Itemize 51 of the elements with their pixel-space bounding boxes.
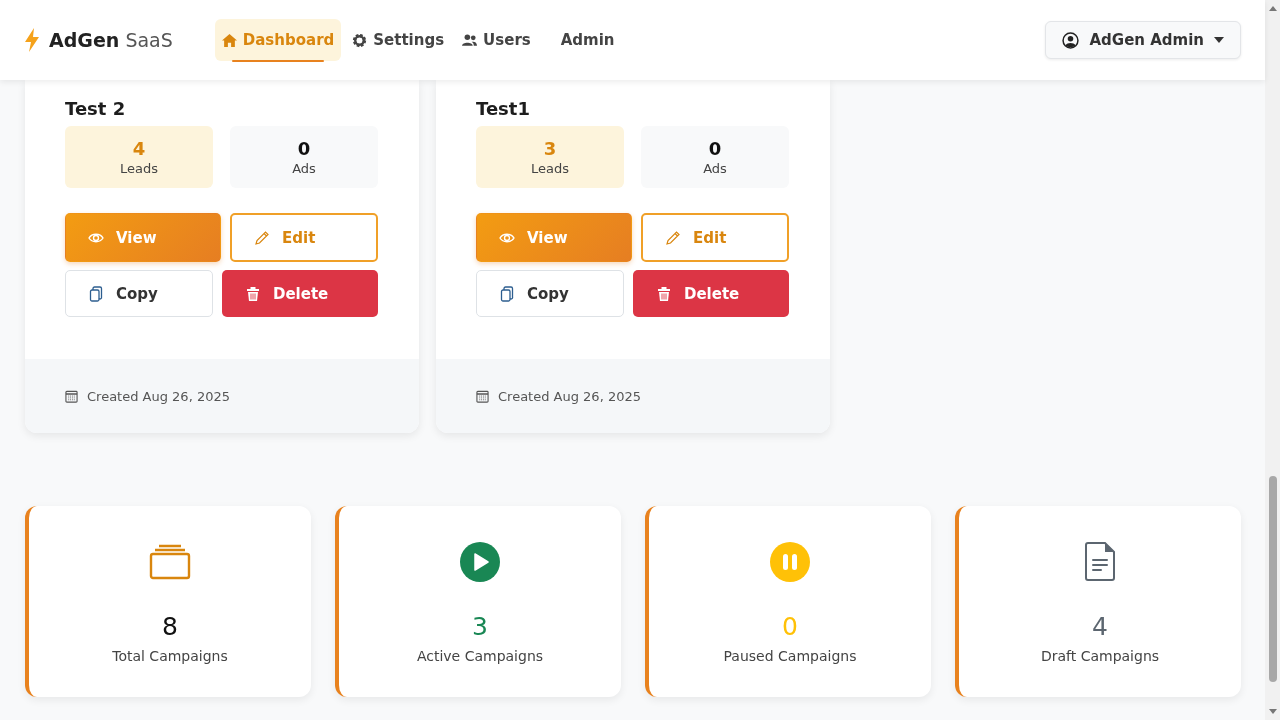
campaign-title: Test 2 [65,98,127,119]
ads-count: 0 [297,138,311,159]
copy-button[interactable]: Copy [65,270,213,317]
pencil-icon [665,229,681,246]
stat-value: 4 [1092,612,1108,642]
stat-label: Active Campaigns [416,648,544,664]
copy-icon [499,285,515,302]
nav-tab[interactable]: Admin [553,19,622,61]
scroll-down-icon[interactable] [1267,708,1278,716]
created-date: Created Aug 26, 2025 [498,388,641,404]
scrollbar[interactable] [1265,0,1280,720]
delete-button[interactable]: Delete [633,270,789,317]
ads-label: Ads [292,161,316,176]
stat-label: Total Campaigns [112,648,228,664]
settings-icon [352,32,368,48]
trash-icon [245,285,261,302]
leads-label: Leads [531,161,569,176]
stat-value: 0 [782,612,798,642]
user-menu-button[interactable]: AdGen Admin [1045,21,1241,59]
users-icon [462,32,478,48]
scrollbar-thumb[interactable] [1269,476,1277,682]
ads-count: 0 [708,138,722,159]
created-date: Created Aug 26, 2025 [87,388,230,404]
lightning-bolt-icon [25,28,39,52]
pencil-icon [254,229,270,246]
stat-value: 3 [472,612,488,642]
scroll-up-icon[interactable] [1267,4,1278,12]
brand-logo[interactable]: AdGen SaaS [49,29,173,51]
leads-count: 4 [132,138,146,159]
stat-label: Paused Campaigns [723,648,857,664]
nav-tab[interactable]: Users [455,19,538,61]
play-circle-icon [460,542,500,582]
stat-value: 8 [162,612,178,642]
stacked-folders-icon [149,544,191,580]
trash-icon [656,285,672,302]
copy-icon [88,285,104,302]
campaign-title: Test1 [476,98,531,119]
calendar-icon [65,389,78,403]
delete-button[interactable]: Delete [222,270,378,317]
user-avatar-icon [1062,31,1080,49]
pause-circle-icon [770,542,810,582]
stat-label: Draft Campaigns [1040,648,1160,664]
leads-count: 3 [543,138,557,159]
nav-tab[interactable]: Settings [345,19,452,61]
copy-button[interactable]: Copy [476,270,624,317]
home-icon [221,32,237,48]
leads-label: Leads [120,161,158,176]
calendar-icon [476,389,489,403]
caret-down-icon [1214,37,1224,43]
ads-label: Ads [703,161,727,176]
document-icon [1085,542,1115,582]
